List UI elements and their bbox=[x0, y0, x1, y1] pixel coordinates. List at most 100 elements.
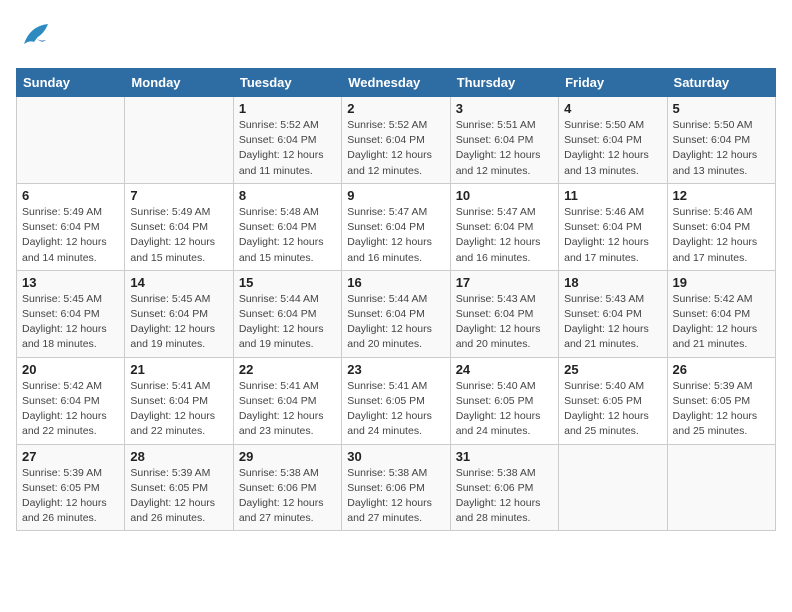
day-number: 7 bbox=[130, 188, 227, 203]
day-info: Sunrise: 5:43 AMSunset: 6:04 PMDaylight:… bbox=[456, 292, 553, 353]
day-number: 19 bbox=[673, 275, 770, 290]
day-number: 17 bbox=[456, 275, 553, 290]
calendar-cell: 11 Sunrise: 5:46 AMSunset: 6:04 PMDayligh… bbox=[559, 183, 667, 270]
day-info: Sunrise: 5:42 AMSunset: 6:04 PMDaylight:… bbox=[673, 292, 770, 353]
calendar-cell: 13 Sunrise: 5:45 AMSunset: 6:04 PMDayligh… bbox=[17, 270, 125, 357]
day-info: Sunrise: 5:38 AMSunset: 6:06 PMDaylight:… bbox=[456, 466, 553, 527]
day-info: Sunrise: 5:41 AMSunset: 6:05 PMDaylight:… bbox=[347, 379, 444, 440]
day-number: 29 bbox=[239, 449, 336, 464]
day-number: 31 bbox=[456, 449, 553, 464]
day-number: 28 bbox=[130, 449, 227, 464]
calendar-cell: 1 Sunrise: 5:52 AMSunset: 6:04 PMDaylight… bbox=[233, 97, 341, 184]
day-number: 22 bbox=[239, 362, 336, 377]
calendar-cell: 8 Sunrise: 5:48 AMSunset: 6:04 PMDaylight… bbox=[233, 183, 341, 270]
day-info: Sunrise: 5:47 AMSunset: 6:04 PMDaylight:… bbox=[347, 205, 444, 266]
week-row-1: 1 Sunrise: 5:52 AMSunset: 6:04 PMDaylight… bbox=[17, 97, 776, 184]
calendar-cell: 15Sunrise: 5:44 AMSunset: 6:04 PMDayligh… bbox=[233, 270, 341, 357]
day-number: 11 bbox=[564, 188, 661, 203]
calendar-cell: 21 Sunrise: 5:41 AMSunset: 6:04 PMDayligh… bbox=[125, 357, 233, 444]
calendar-cell bbox=[125, 97, 233, 184]
page-header bbox=[16, 16, 776, 56]
day-info: Sunrise: 5:48 AMSunset: 6:04 PMDaylight:… bbox=[239, 205, 336, 266]
week-row-3: 13 Sunrise: 5:45 AMSunset: 6:04 PMDayligh… bbox=[17, 270, 776, 357]
calendar-cell: 16 Sunrise: 5:44 AMSunset: 6:04 PMDayligh… bbox=[342, 270, 450, 357]
day-number: 12 bbox=[673, 188, 770, 203]
day-info: Sunrise: 5:38 AMSunset: 6:06 PMDaylight:… bbox=[239, 466, 336, 527]
logo bbox=[16, 16, 60, 56]
calendar-cell: 26 Sunrise: 5:39 AMSunset: 6:05 PMDayligh… bbox=[667, 357, 775, 444]
day-number: 30 bbox=[347, 449, 444, 464]
day-number: 4 bbox=[564, 101, 661, 116]
day-info: Sunrise: 5:38 AMSunset: 6:06 PMDaylight:… bbox=[347, 466, 444, 527]
weekday-header-tuesday: Tuesday bbox=[233, 69, 341, 97]
week-row-2: 6 Sunrise: 5:49 AMSunset: 6:04 PMDaylight… bbox=[17, 183, 776, 270]
day-info: Sunrise: 5:50 AMSunset: 6:04 PMDaylight:… bbox=[673, 118, 770, 179]
calendar-cell: 29 Sunrise: 5:38 AMSunset: 6:06 PMDayligh… bbox=[233, 444, 341, 531]
day-info: Sunrise: 5:46 AMSunset: 6:04 PMDaylight:… bbox=[564, 205, 661, 266]
day-number: 25 bbox=[564, 362, 661, 377]
day-info: Sunrise: 5:45 AMSunset: 6:04 PMDaylight:… bbox=[22, 292, 119, 353]
day-info: Sunrise: 5:43 AMSunset: 6:04 PMDaylight:… bbox=[564, 292, 661, 353]
calendar-cell: 3 Sunrise: 5:51 AMSunset: 6:04 PMDaylight… bbox=[450, 97, 558, 184]
day-number: 18 bbox=[564, 275, 661, 290]
calendar-cell bbox=[559, 444, 667, 531]
day-number: 15 bbox=[239, 275, 336, 290]
weekday-header-thursday: Thursday bbox=[450, 69, 558, 97]
calendar-cell: 20Sunrise: 5:42 AMSunset: 6:04 PMDayligh… bbox=[17, 357, 125, 444]
calendar-cell: 28Sunrise: 5:39 AMSunset: 6:05 PMDayligh… bbox=[125, 444, 233, 531]
calendar-cell: 24 Sunrise: 5:40 AMSunset: 6:05 PMDayligh… bbox=[450, 357, 558, 444]
weekday-row: SundayMondayTuesdayWednesdayThursdayFrid… bbox=[17, 69, 776, 97]
day-number: 5 bbox=[673, 101, 770, 116]
day-number: 21 bbox=[130, 362, 227, 377]
logo-icon bbox=[16, 16, 56, 56]
weekday-header-saturday: Saturday bbox=[667, 69, 775, 97]
day-number: 27 bbox=[22, 449, 119, 464]
day-info: Sunrise: 5:41 AMSunset: 6:04 PMDaylight:… bbox=[239, 379, 336, 440]
day-info: Sunrise: 5:44 AMSunset: 6:04 PMDaylight:… bbox=[347, 292, 444, 353]
day-info: Sunrise: 5:52 AMSunset: 6:04 PMDaylight:… bbox=[239, 118, 336, 179]
day-number: 26 bbox=[673, 362, 770, 377]
calendar-header: SundayMondayTuesdayWednesdayThursdayFrid… bbox=[17, 69, 776, 97]
calendar-cell: 31 Sunrise: 5:38 AMSunset: 6:06 PMDayligh… bbox=[450, 444, 558, 531]
day-number: 16 bbox=[347, 275, 444, 290]
weekday-header-friday: Friday bbox=[559, 69, 667, 97]
calendar-cell: 6 Sunrise: 5:49 AMSunset: 6:04 PMDaylight… bbox=[17, 183, 125, 270]
day-number: 2 bbox=[347, 101, 444, 116]
calendar-cell: 27 Sunrise: 5:39 AMSunset: 6:05 PMDayligh… bbox=[17, 444, 125, 531]
day-info: Sunrise: 5:40 AMSunset: 6:05 PMDaylight:… bbox=[456, 379, 553, 440]
calendar-cell: 5 Sunrise: 5:50 AMSunset: 6:04 PMDaylight… bbox=[667, 97, 775, 184]
day-info: Sunrise: 5:40 AMSunset: 6:05 PMDaylight:… bbox=[564, 379, 661, 440]
calendar-cell: 18 Sunrise: 5:43 AMSunset: 6:04 PMDayligh… bbox=[559, 270, 667, 357]
day-info: Sunrise: 5:39 AMSunset: 6:05 PMDaylight:… bbox=[22, 466, 119, 527]
day-number: 1 bbox=[239, 101, 336, 116]
day-info: Sunrise: 5:49 AMSunset: 6:04 PMDaylight:… bbox=[22, 205, 119, 266]
day-number: 3 bbox=[456, 101, 553, 116]
weekday-header-wednesday: Wednesday bbox=[342, 69, 450, 97]
day-number: 24 bbox=[456, 362, 553, 377]
calendar-cell: 30 Sunrise: 5:38 AMSunset: 6:06 PMDayligh… bbox=[342, 444, 450, 531]
day-info: Sunrise: 5:51 AMSunset: 6:04 PMDaylight:… bbox=[456, 118, 553, 179]
calendar-body: 1 Sunrise: 5:52 AMSunset: 6:04 PMDaylight… bbox=[17, 97, 776, 531]
weekday-header-monday: Monday bbox=[125, 69, 233, 97]
calendar-cell: 22 Sunrise: 5:41 AMSunset: 6:04 PMDayligh… bbox=[233, 357, 341, 444]
day-info: Sunrise: 5:46 AMSunset: 6:04 PMDaylight:… bbox=[673, 205, 770, 266]
calendar-cell: 23Sunrise: 5:41 AMSunset: 6:05 PMDayligh… bbox=[342, 357, 450, 444]
weekday-header-sunday: Sunday bbox=[17, 69, 125, 97]
day-info: Sunrise: 5:50 AMSunset: 6:04 PMDaylight:… bbox=[564, 118, 661, 179]
day-info: Sunrise: 5:41 AMSunset: 6:04 PMDaylight:… bbox=[130, 379, 227, 440]
day-number: 14 bbox=[130, 275, 227, 290]
calendar-cell: 25 Sunrise: 5:40 AMSunset: 6:05 PMDayligh… bbox=[559, 357, 667, 444]
calendar-table: SundayMondayTuesdayWednesdayThursdayFrid… bbox=[16, 68, 776, 531]
calendar-cell: 10Sunrise: 5:47 AMSunset: 6:04 PMDayligh… bbox=[450, 183, 558, 270]
day-number: 20 bbox=[22, 362, 119, 377]
calendar-cell: 12 Sunrise: 5:46 AMSunset: 6:04 PMDayligh… bbox=[667, 183, 775, 270]
day-number: 6 bbox=[22, 188, 119, 203]
day-info: Sunrise: 5:39 AMSunset: 6:05 PMDaylight:… bbox=[673, 379, 770, 440]
day-number: 9 bbox=[347, 188, 444, 203]
day-info: Sunrise: 5:52 AMSunset: 6:04 PMDaylight:… bbox=[347, 118, 444, 179]
day-info: Sunrise: 5:49 AMSunset: 6:04 PMDaylight:… bbox=[130, 205, 227, 266]
day-number: 8 bbox=[239, 188, 336, 203]
day-number: 13 bbox=[22, 275, 119, 290]
week-row-5: 27 Sunrise: 5:39 AMSunset: 6:05 PMDayligh… bbox=[17, 444, 776, 531]
week-row-4: 20Sunrise: 5:42 AMSunset: 6:04 PMDayligh… bbox=[17, 357, 776, 444]
